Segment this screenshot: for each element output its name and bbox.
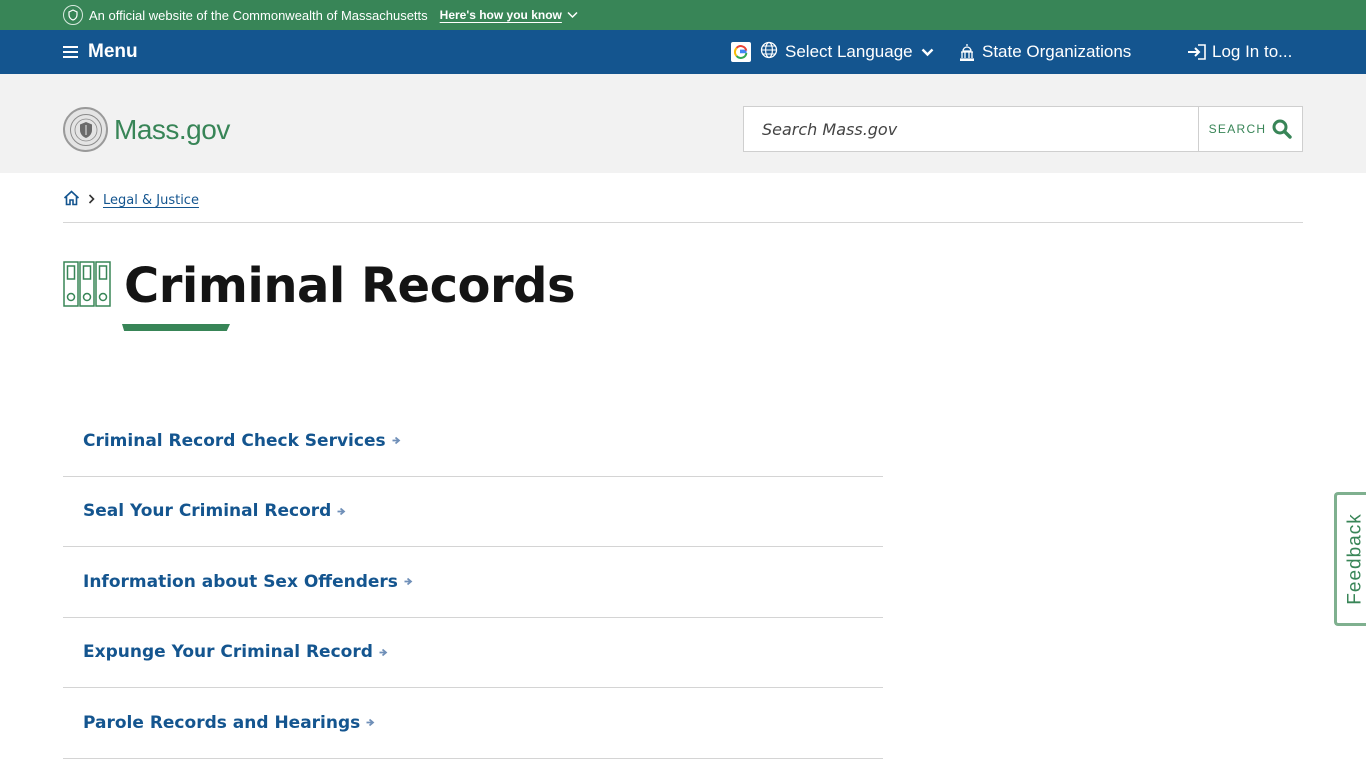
language-selector[interactable]: Select Language	[731, 30, 934, 74]
chevron-down-icon	[567, 11, 578, 19]
link-label: Information about Sex Offenders	[83, 571, 398, 592]
link-label: Criminal Record Check Services	[83, 430, 386, 451]
capitol-icon	[960, 44, 974, 61]
feedback-label: Feedback	[1344, 513, 1366, 605]
menu-button[interactable]: Menu	[63, 30, 138, 74]
links-list: Criminal Record Check Services Seal Your…	[63, 406, 883, 759]
link-label: Seal Your Criminal Record	[83, 501, 332, 522]
how-you-know-label: Here's how you know	[439, 8, 562, 22]
list-item[interactable]: Expunge Your Criminal Record	[63, 618, 883, 688]
divider	[63, 222, 1303, 223]
official-banner: An official website of the Commonwealth …	[0, 0, 1366, 30]
official-banner-text: An official website of the Commonwealth …	[89, 7, 428, 23]
list-item[interactable]: Information about Sex Offenders	[63, 547, 883, 618]
title-underline	[122, 324, 230, 331]
arrow-right-icon	[379, 648, 388, 657]
menu-label: Menu	[88, 41, 138, 62]
state-organizations-button[interactable]: State Organizations	[959, 30, 1131, 74]
breadcrumb-item[interactable]: Legal & Justice	[103, 193, 199, 208]
arrow-right-icon	[337, 507, 346, 516]
login-icon	[1188, 44, 1206, 60]
mass-gov-logo[interactable]: Mass.gov	[63, 107, 230, 152]
chevron-right-icon	[88, 193, 95, 208]
login-label: Log In to...	[1212, 42, 1293, 61]
how-you-know-button[interactable]: Here's how you know	[440, 8, 578, 22]
list-item[interactable]: Criminal Record Check Services	[63, 406, 883, 477]
state-organizations-label: State Organizations	[982, 42, 1132, 61]
site-header: Mass.gov SEARCH	[0, 74, 1366, 173]
search-button-label: SEARCH	[1208, 122, 1267, 136]
globe-icon	[760, 41, 778, 64]
search-form: SEARCH	[743, 106, 1303, 152]
language-label: Select Language	[785, 42, 913, 61]
arrow-right-icon	[404, 577, 413, 586]
search-input[interactable]	[744, 107, 1198, 151]
link-label: Expunge Your Criminal Record	[83, 642, 373, 663]
logo-wordmark: Mass.gov	[114, 113, 230, 145]
link-label: Parole Records and Hearings	[83, 712, 361, 733]
arrow-right-icon	[392, 436, 401, 445]
breadcrumb: Legal & Justice	[63, 190, 199, 210]
list-item[interactable]: Parole Records and Hearings	[63, 688, 883, 759]
search-button[interactable]: SEARCH	[1198, 107, 1302, 151]
hamburger-icon	[63, 46, 78, 58]
chevron-down-icon	[921, 48, 933, 56]
login-button[interactable]: Log In to...	[1187, 30, 1292, 74]
seal-icon	[63, 5, 83, 25]
arrow-right-icon	[366, 718, 375, 727]
utility-nav: Menu Select Language State Organizations…	[0, 30, 1366, 74]
list-item[interactable]: Seal Your Criminal Record	[63, 477, 883, 547]
page-title: Criminal Records	[124, 258, 576, 314]
search-icon	[1272, 119, 1293, 139]
home-icon[interactable]	[63, 190, 80, 210]
binders-icon	[63, 261, 111, 311]
seal-icon	[63, 107, 108, 152]
google-icon	[731, 42, 751, 62]
feedback-tab[interactable]: Feedback	[1334, 492, 1366, 626]
